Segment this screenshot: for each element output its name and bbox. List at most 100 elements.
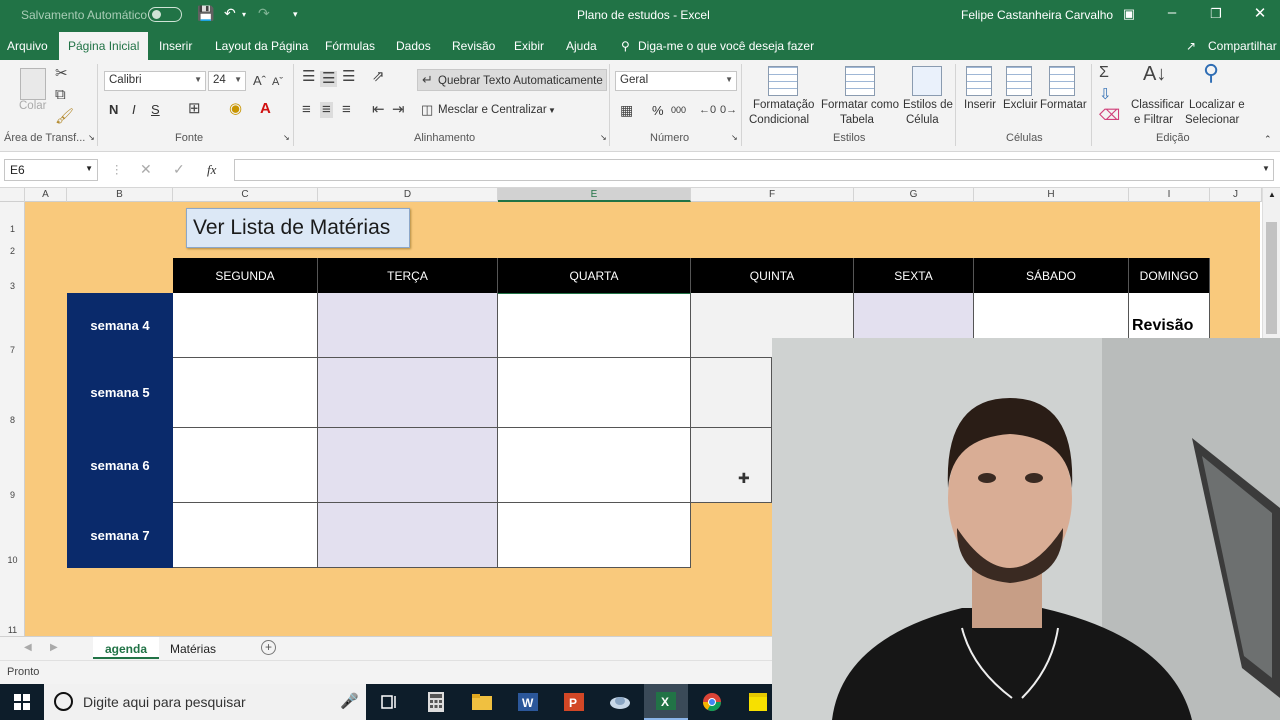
tab-layout-da-pagina[interactable]: Layout da Página (215, 39, 308, 53)
table-cell[interactable] (691, 358, 772, 428)
col-header-c[interactable]: C (173, 188, 318, 202)
font-name-select[interactable]: Calibri ▼ (104, 71, 206, 91)
add-sheet-icon[interactable]: + (261, 640, 276, 655)
row-header-10[interactable]: 10 (0, 555, 25, 565)
autosave-toggle[interactable] (148, 7, 182, 22)
day-header-terca[interactable]: TERÇA (318, 258, 498, 294)
borders-icon[interactable]: ⊞ (188, 101, 201, 117)
table-cell[interactable] (498, 293, 691, 358)
shrink-font-icon[interactable]: Aˇ (272, 74, 283, 90)
align-bottom-icon[interactable]: ☰ (342, 69, 355, 85)
scroll-thumb[interactable] (1266, 222, 1277, 334)
bold-button[interactable]: N (109, 102, 118, 117)
font-color-icon[interactable]: A (260, 101, 271, 117)
copy-icon[interactable]: ⧉ (55, 87, 66, 103)
restore-icon[interactable]: ❐ (1196, 6, 1236, 22)
grow-font-icon[interactable]: Aˆ (253, 73, 266, 89)
customize-qat-icon[interactable]: ▾ (293, 9, 298, 20)
table-cell[interactable] (318, 358, 498, 428)
decrease-decimal-icon[interactable]: 0→ (720, 102, 737, 118)
merge-center-icon[interactable]: ◫ (421, 102, 433, 118)
orientation-icon[interactable]: ⇗ (372, 69, 385, 85)
align-top-icon[interactable]: ☰ (302, 69, 315, 85)
clipboard-launcher-icon[interactable]: ↘ (88, 133, 95, 142)
alignment-launcher-icon[interactable]: ↘ (600, 133, 607, 142)
share-button[interactable]: Compartilhar (1208, 39, 1277, 53)
app-icon[interactable] (598, 684, 642, 720)
excel-icon[interactable]: X (644, 684, 688, 720)
row-header-11[interactable]: 11 (0, 625, 25, 635)
increase-decimal-icon[interactable]: ←0 (699, 102, 716, 118)
format-as-table-icon[interactable] (845, 66, 875, 96)
minimize-icon[interactable]: – (1152, 4, 1192, 21)
table-cell[interactable] (173, 293, 318, 358)
week-label[interactable]: semana 6 (67, 428, 173, 503)
table-cell[interactable] (173, 503, 318, 568)
week-label[interactable]: semana 4 (67, 293, 173, 358)
word-icon[interactable]: W (506, 684, 550, 720)
sort-filter-icon[interactable]: A↓ (1143, 64, 1166, 84)
align-center-icon[interactable]: ≡ (320, 102, 333, 118)
insert-function-button[interactable]: fx (207, 162, 216, 178)
row-header-2[interactable]: 2 (0, 246, 25, 256)
format-cells-button[interactable]: Formatar (1040, 99, 1087, 111)
fill-icon[interactable]: ⇩ (1099, 87, 1112, 103)
day-header-quarta[interactable]: QUARTA (498, 258, 691, 294)
calculator-icon[interactable] (414, 684, 458, 720)
tab-pagina-inicial[interactable]: Página Inicial (59, 32, 149, 60)
microphone-icon[interactable]: 🎤 (340, 692, 359, 710)
name-box[interactable]: E6 ▼ (4, 159, 98, 181)
col-header-g[interactable]: G (854, 188, 974, 202)
find-select-label-2[interactable]: Selecionar (1185, 114, 1239, 126)
week-label[interactable]: semana 5 (67, 358, 173, 428)
user-name[interactable]: Felipe Castanheira Carvalho (961, 8, 1113, 22)
format-as-table-label-1[interactable]: Formatar como (821, 99, 899, 111)
undo-icon[interactable]: ↶ (224, 5, 236, 22)
insert-cells-icon[interactable] (966, 66, 992, 96)
close-icon[interactable]: ✕ (1240, 4, 1280, 22)
row-header-1[interactable]: 1 (0, 224, 25, 234)
decrease-indent-icon[interactable]: ⇤ (372, 102, 385, 118)
font-launcher-icon[interactable]: ↘ (283, 133, 290, 142)
sort-filter-label-2[interactable]: e Filtrar (1134, 114, 1173, 126)
tab-revisao[interactable]: Revisão (452, 39, 495, 53)
taskbar-search-box[interactable]: Digite aqui para pesquisar 🎤 (44, 684, 366, 720)
table-cell[interactable] (318, 428, 498, 503)
expand-formula-icon[interactable]: ▼ (1262, 164, 1270, 173)
clear-icon[interactable]: ⌫ (1099, 108, 1120, 124)
select-all-corner[interactable] (0, 188, 25, 202)
autosum-icon[interactable]: Σ (1099, 65, 1109, 81)
table-cell[interactable] (498, 428, 691, 503)
sheet-tab-materias[interactable]: Matérias (158, 637, 228, 659)
col-header-b[interactable]: B (67, 188, 173, 202)
format-painter-icon[interactable]: 🖌 (55, 109, 74, 125)
undo-dropdown-icon[interactable]: ▾ (242, 10, 246, 19)
tab-formulas[interactable]: Fórmulas (325, 39, 375, 53)
tell-me-box[interactable]: Diga-me o que você deseja fazer (638, 39, 814, 53)
row-header-8[interactable]: 8 (0, 415, 25, 425)
cut-icon[interactable]: ✂ (55, 66, 68, 82)
windows-start-icon[interactable] (0, 684, 44, 720)
cell-styles-label-2[interactable]: Célula (906, 114, 939, 126)
sort-filter-label-1[interactable]: Classificar (1131, 99, 1184, 111)
conditional-formatting-label-1[interactable]: Formatação (753, 99, 814, 111)
table-cell[interactable] (498, 358, 691, 428)
paste-icon[interactable] (20, 68, 46, 100)
merge-center-button[interactable]: Mesclar e Centralizar (438, 104, 547, 116)
table-cell[interactable] (173, 358, 318, 428)
day-header-segunda[interactable]: SEGUNDA (173, 258, 318, 294)
accounting-format-icon[interactable]: ▦ (620, 102, 633, 118)
col-header-d[interactable]: D (318, 188, 498, 202)
col-header-e[interactable]: E (498, 188, 691, 202)
col-header-i[interactable]: I (1129, 188, 1210, 202)
insert-cells-button[interactable]: Inserir (964, 99, 996, 111)
day-header-domingo[interactable]: DOMINGO (1129, 258, 1210, 294)
next-sheet-icon[interactable]: ▶ (50, 642, 58, 653)
number-launcher-icon[interactable]: ↘ (731, 133, 738, 142)
col-header-f[interactable]: F (691, 188, 854, 202)
view-subjects-button[interactable]: Ver Lista de Matérias (186, 208, 410, 248)
col-header-a[interactable]: A (25, 188, 67, 202)
chevron-down-icon[interactable]: ▼ (548, 106, 556, 115)
delete-cells-icon[interactable] (1006, 66, 1032, 96)
format-as-table-label-2[interactable]: Tabela (840, 114, 874, 126)
